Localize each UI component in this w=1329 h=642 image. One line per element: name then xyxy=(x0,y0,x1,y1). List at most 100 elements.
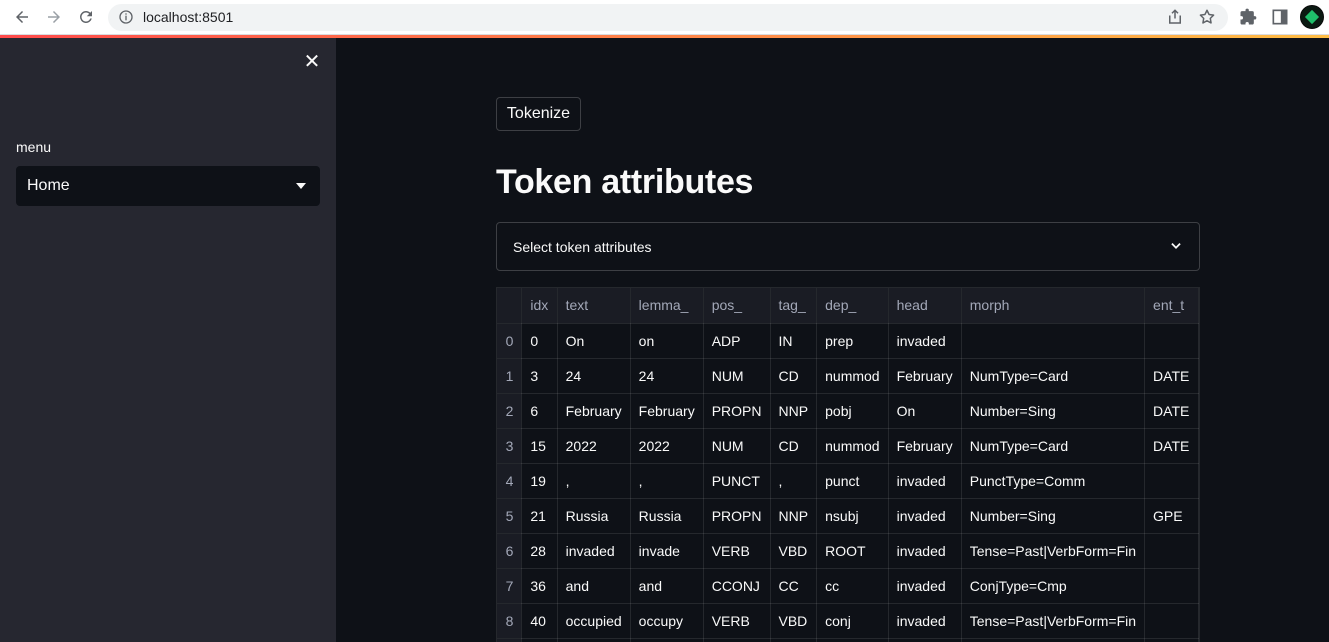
table-cell[interactable]: ADP xyxy=(703,323,771,359)
table-row[interactable]: 3 15 2022 2022 NUM CD nummod February NumType=Ca… xyxy=(497,428,1199,464)
table-row[interactable] xyxy=(497,638,1199,642)
table-cell[interactable]: invaded xyxy=(888,323,962,359)
table-cell[interactable]: February xyxy=(888,428,962,464)
table-row[interactable]: 5 21 Russia Russia PROPN NNP nsubj invaded Numbe… xyxy=(497,498,1199,534)
table-cell[interactable]: DATE xyxy=(1144,428,1199,464)
share-icon[interactable] xyxy=(1166,8,1184,26)
table-cell[interactable]: 21 xyxy=(521,498,558,534)
table-cell[interactable]: 0 xyxy=(521,323,558,359)
table-cell[interactable] xyxy=(961,638,1146,642)
reload-button[interactable] xyxy=(74,5,98,29)
column-header[interactable]: ent_t xyxy=(1144,288,1199,324)
table-cell[interactable]: NNP xyxy=(770,393,818,429)
column-header[interactable]: pos_ xyxy=(703,288,771,324)
table-row[interactable]: 6 28 invaded invade VERB VBD ROOT invaded Tense=… xyxy=(497,533,1199,569)
table-cell[interactable]: pobj xyxy=(816,393,889,429)
table-cell[interactable]: invaded xyxy=(888,603,962,639)
table-cell[interactable]: NUM xyxy=(703,358,771,394)
table-cell[interactable]: VERB xyxy=(703,603,771,639)
column-header[interactable]: dep_ xyxy=(816,288,889,324)
table-cell[interactable] xyxy=(1144,568,1199,604)
table-cell[interactable]: PROPN xyxy=(703,393,771,429)
table-cell[interactable]: 15 xyxy=(521,428,558,464)
table-cell[interactable]: February xyxy=(630,393,704,429)
table-cell[interactable]: DATE xyxy=(1144,358,1199,394)
table-row[interactable]: 4 19,, PUNCT, punct invaded PunctType=Comm xyxy=(497,463,1199,499)
table-cell[interactable]: 19 xyxy=(521,463,558,499)
table-cell[interactable]: IN xyxy=(770,323,818,359)
table-cell[interactable] xyxy=(888,638,962,642)
table-cell[interactable]: February xyxy=(557,393,631,429)
table-cell[interactable] xyxy=(703,638,771,642)
column-header[interactable]: morph xyxy=(961,288,1146,324)
info-icon[interactable] xyxy=(118,9,134,25)
table-cell[interactable] xyxy=(521,638,558,642)
table-cell[interactable]: invaded xyxy=(888,533,962,569)
table-cell[interactable]: Number=Sing xyxy=(961,498,1146,534)
table-cell[interactable]: 28 xyxy=(521,533,558,569)
table-cell[interactable]: Tense=Past|VerbForm=Fin xyxy=(961,603,1146,639)
table-cell[interactable]: NNP xyxy=(770,498,818,534)
side-panel-icon[interactable] xyxy=(1270,7,1290,27)
table-cell[interactable]: , xyxy=(630,463,704,499)
table-cell[interactable]: Russia xyxy=(630,498,704,534)
table-cell[interactable]: February xyxy=(888,358,962,394)
table-cell[interactable] xyxy=(557,638,631,642)
table-cell[interactable]: 40 xyxy=(521,603,558,639)
table-cell[interactable]: On xyxy=(888,393,962,429)
table-cell[interactable]: VBD xyxy=(770,533,818,569)
puzzle-icon[interactable] xyxy=(1238,7,1258,27)
table-cell[interactable]: nummod xyxy=(816,358,889,394)
table-cell[interactable]: nsubj xyxy=(816,498,889,534)
address-bar[interactable]: localhost:8501 xyxy=(108,4,1228,31)
menu-select[interactable]: Home xyxy=(16,166,320,206)
table-cell[interactable]: ConjType=Cmp xyxy=(961,568,1146,604)
table-cell[interactable] xyxy=(1144,533,1199,569)
table-row[interactable]: 1 3 24 24 NUM CD nummod February NumType=Card DAT… xyxy=(497,358,1199,394)
table-cell[interactable]: 2022 xyxy=(557,428,631,464)
table-cell[interactable]: CCONJ xyxy=(703,568,771,604)
table-cell[interactable] xyxy=(961,323,1146,359)
star-icon[interactable] xyxy=(1198,8,1216,26)
column-header[interactable]: idx xyxy=(521,288,558,324)
table-cell[interactable]: 6 xyxy=(521,393,558,429)
table-cell[interactable]: 24 xyxy=(557,358,631,394)
table-cell[interactable]: CC xyxy=(770,568,818,604)
column-header[interactable]: lemma_ xyxy=(630,288,704,324)
table-row[interactable]: 8 40 occupied occupy VERB VBD conj invaded Tense… xyxy=(497,603,1199,639)
forward-button[interactable] xyxy=(42,5,66,29)
table-cell[interactable]: invaded xyxy=(888,498,962,534)
profile-avatar[interactable] xyxy=(1300,5,1324,29)
table-cell[interactable]: On xyxy=(557,323,631,359)
table-cell[interactable]: , xyxy=(770,463,818,499)
table-cell[interactable]: nummod xyxy=(816,428,889,464)
column-header[interactable]: head xyxy=(888,288,962,324)
table-cell[interactable]: Tense=Past|VerbForm=Fin xyxy=(961,533,1146,569)
table-cell[interactable]: Number=Sing xyxy=(961,393,1146,429)
table-cell[interactable]: invaded xyxy=(557,533,631,569)
table-cell[interactable]: 2022 xyxy=(630,428,704,464)
table-cell[interactable]: NumType=Card xyxy=(961,358,1146,394)
table-row[interactable]: 2 6 February February PROPN NNP pobj On Number=S… xyxy=(497,393,1199,429)
column-header[interactable]: text xyxy=(557,288,631,324)
table-cell[interactable]: and xyxy=(557,568,631,604)
table-cell[interactable]: prep xyxy=(816,323,889,359)
table-cell[interactable]: invaded xyxy=(888,463,962,499)
table-cell[interactable]: 36 xyxy=(521,568,558,604)
token-table[interactable]: idx text lemma_ pos_ tag_ dep_ head morph ent_t … xyxy=(496,287,1200,642)
table-cell[interactable]: VERB xyxy=(703,533,771,569)
table-cell[interactable]: CD xyxy=(770,358,818,394)
table-cell[interactable]: 24 xyxy=(630,358,704,394)
table-cell[interactable]: cc xyxy=(816,568,889,604)
table-cell[interactable]: PROPN xyxy=(703,498,771,534)
table-cell[interactable]: NumType=Card xyxy=(961,428,1146,464)
table-cell[interactable]: occupied xyxy=(557,603,631,639)
table-cell[interactable]: invade xyxy=(630,533,704,569)
table-cell[interactable]: Russia xyxy=(557,498,631,534)
back-button[interactable] xyxy=(10,5,34,29)
table-cell[interactable]: CD xyxy=(770,428,818,464)
table-cell[interactable]: DATE xyxy=(1144,393,1199,429)
close-icon[interactable]: ✕ xyxy=(302,52,322,72)
column-header[interactable]: tag_ xyxy=(770,288,818,324)
table-cell[interactable] xyxy=(1144,323,1199,359)
